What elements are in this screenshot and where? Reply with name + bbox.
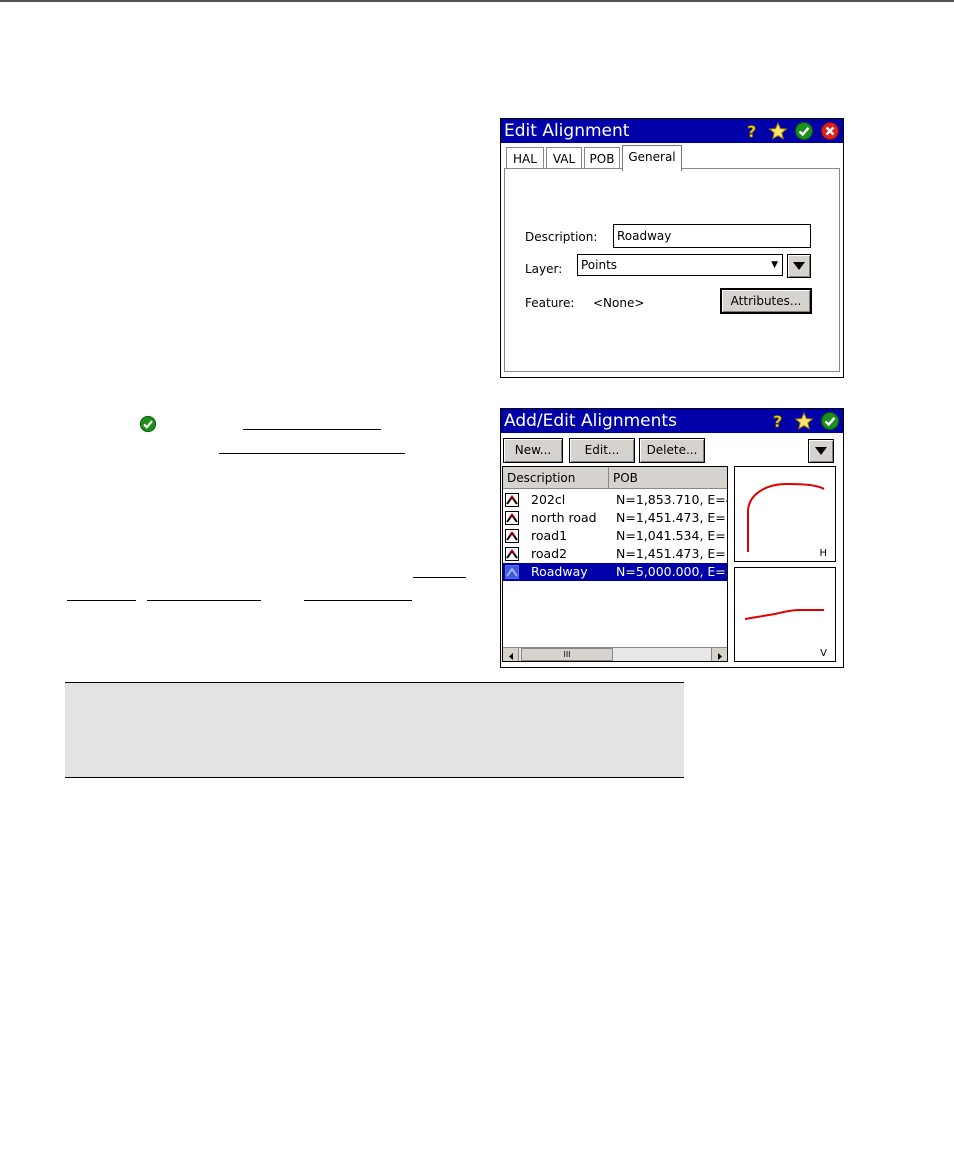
menu-dropdown-button[interactable]	[808, 439, 834, 463]
reference-underline[interactable]	[219, 453, 405, 454]
attributes-button[interactable]: Attributes...	[720, 288, 812, 314]
scroll-thumb[interactable]: III	[521, 648, 613, 661]
dropdown-arrow-icon	[793, 262, 805, 270]
list-item[interactable]: road1 N=1,041.534, E=1	[503, 527, 727, 545]
tab-val[interactable]: VAL	[546, 147, 582, 169]
layer-select[interactable]: Points ▼	[577, 254, 783, 276]
reference-underline[interactable]	[147, 600, 261, 601]
arrow-right-icon	[718, 653, 722, 660]
alignment-icon	[505, 547, 519, 561]
layer-menu-button[interactable]	[787, 254, 811, 278]
tab-hal[interactable]: HAL	[506, 147, 544, 169]
description-field[interactable]: Roadway	[613, 224, 811, 248]
accept-check-icon-inline	[139, 415, 157, 433]
dropdown-arrow-icon	[815, 447, 827, 455]
window-title: Add/Edit Alignments	[504, 411, 677, 431]
help-icon[interactable]: ?	[742, 121, 762, 141]
note-box	[65, 682, 684, 778]
preview-h-label: H	[819, 548, 827, 559]
horizontal-scrollbar[interactable]: III	[503, 647, 727, 661]
favorites-star-icon[interactable]	[768, 121, 788, 141]
list-item[interactable]: 202cl N=1,853.710, E=4	[503, 491, 727, 509]
list-item[interactable]: road2 N=1,451.473, E=1	[503, 545, 727, 563]
title-bar: Edit Alignment ?	[501, 119, 843, 143]
reference-underline[interactable]	[304, 600, 412, 601]
preview-v-label: V	[820, 648, 827, 659]
general-tab-panel: Description: Roadway Layer: Points ▼ Fea…	[504, 168, 840, 372]
list-item-selected[interactable]: Roadway N=5,000.000, E=5	[503, 563, 727, 581]
chevron-down-icon: ▼	[771, 260, 778, 270]
horizontal-alignment-preview[interactable]: H	[734, 466, 836, 562]
alignment-icon	[505, 529, 519, 543]
close-icon[interactable]	[820, 121, 840, 141]
alignment-icon	[505, 493, 519, 507]
add-edit-alignments-window: Add/Edit Alignments ? New... Edit... Del…	[500, 408, 844, 668]
horizontal-alignment-curve	[747, 482, 825, 552]
scroll-left-button[interactable]	[503, 648, 519, 661]
accept-check-icon[interactable]	[820, 411, 840, 431]
alignment-icon	[505, 511, 519, 525]
tab-pob[interactable]: POB	[584, 147, 620, 169]
new-button[interactable]: New...	[503, 438, 563, 463]
layer-label: Layer:	[525, 262, 563, 276]
scroll-right-button[interactable]	[711, 648, 727, 661]
edit-alignment-window: Edit Alignment ? HAL VAL POB General Des…	[500, 118, 844, 378]
delete-button[interactable]: Delete...	[639, 438, 705, 463]
accept-check-icon[interactable]	[794, 121, 814, 141]
page-top-rule	[0, 0, 954, 2]
list-item[interactable]: north road N=1,451.473, E=1	[503, 509, 727, 527]
reference-underline[interactable]	[67, 600, 136, 601]
svg-text:?: ?	[773, 412, 782, 430]
window-title: Edit Alignment	[504, 121, 630, 141]
vertical-alignment-preview[interactable]: V	[734, 567, 836, 662]
title-bar: Add/Edit Alignments ?	[501, 409, 843, 433]
feature-label: Feature:	[525, 296, 575, 310]
edit-button[interactable]: Edit...	[569, 438, 635, 463]
feature-value: <None>	[593, 296, 645, 310]
favorites-star-icon[interactable]	[794, 411, 814, 431]
help-icon[interactable]: ?	[768, 411, 788, 431]
column-header-description[interactable]: Description	[503, 467, 609, 489]
tab-general[interactable]: General	[622, 145, 682, 171]
description-label: Description:	[525, 230, 598, 244]
svg-text:?: ?	[747, 122, 756, 140]
column-header-pob[interactable]: POB	[609, 467, 727, 489]
alignments-list[interactable]: Description POB 202cl N=1,853.710, E=4 n…	[502, 466, 728, 662]
reference-underline[interactable]	[413, 577, 466, 578]
reference-underline[interactable]	[243, 429, 381, 430]
arrow-left-icon	[509, 653, 513, 660]
alignment-icon	[505, 565, 519, 579]
